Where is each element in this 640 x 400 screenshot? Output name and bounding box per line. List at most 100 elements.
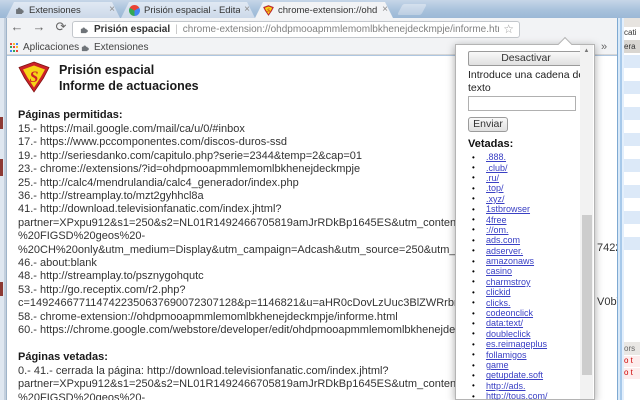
bullet-icon: • xyxy=(472,298,475,308)
bookmark-label: Aplicaciones xyxy=(23,42,80,53)
side-window-errors-label: ors xyxy=(624,342,640,355)
vetada-link[interactable]: .888. xyxy=(486,152,506,162)
side-window-text-fragment: cati xyxy=(624,28,637,37)
vetada-link[interactable]: .xyz/ xyxy=(486,194,505,204)
vetada-item: • 4free xyxy=(472,214,580,225)
bookmark-apps[interactable]: Aplicaciones xyxy=(10,42,79,53)
popup-scrollbar[interactable]: ▲ xyxy=(580,45,593,399)
tab-title: chrome-extension://ohd xyxy=(278,4,378,16)
vetada-link[interactable]: adserver. xyxy=(486,246,523,256)
puzzle-icon xyxy=(80,43,90,53)
vetada-link[interactable]: follamigos xyxy=(486,350,527,360)
new-tab-button[interactable] xyxy=(397,4,427,15)
vetada-link[interactable]: 1stbrowser xyxy=(486,204,530,214)
bullet-icon: • xyxy=(472,173,475,183)
bullet-icon: • xyxy=(472,308,475,318)
vetada-link[interactable]: .club/ xyxy=(486,163,508,173)
permitted-row: 58.- chrome-extension://ohdpmooapmmlemom… xyxy=(18,310,398,323)
background-side-window: cati era ors o t o t xyxy=(617,18,640,400)
back-button[interactable]: ← xyxy=(8,19,26,34)
vetada-link[interactable]: .ru/ xyxy=(486,173,499,183)
vetada-item: • ads.com xyxy=(472,235,580,245)
permitted-row: 19.- http://seriesdanko.com/capitulo.php… xyxy=(18,149,362,162)
aero-window-border xyxy=(617,18,624,400)
vetada-item: • .top/ xyxy=(472,183,580,193)
vetoed-pages-heading: Páginas vetadas: xyxy=(18,351,108,363)
vetada-link[interactable]: amazonaws xyxy=(486,256,534,266)
page-subtitle: Informe de actuaciones xyxy=(59,78,199,93)
address-bar[interactable]: Prisión espacial | chrome-extension://oh… xyxy=(72,21,520,38)
vetada-item: • data:text/ xyxy=(472,318,580,328)
extension-name-chip: Prisión espacial xyxy=(94,24,171,35)
veto-input[interactable] xyxy=(468,96,576,111)
permitted-row: 48.- http://streamplay.to/psznygohqutc xyxy=(18,270,204,283)
vetada-link[interactable]: game xyxy=(486,360,509,370)
scroll-up-icon[interactable]: ▲ xyxy=(580,45,593,54)
permitted-row: 46.- about:blank xyxy=(18,257,97,270)
forward-button[interactable]: → xyxy=(30,19,48,34)
vetada-item: • http://ads. xyxy=(472,381,580,391)
vetada-link[interactable]: ://om. xyxy=(486,225,509,235)
bullet-icon: • xyxy=(472,381,475,391)
tab-extensiones[interactable]: Extensiones × xyxy=(6,2,120,18)
vetada-item: • 1stbrowser xyxy=(472,204,580,214)
permitted-row: 60.- https://chrome.google.com/webstore/… xyxy=(18,324,491,337)
bookmark-star-icon[interactable]: ☆ xyxy=(503,22,514,36)
bullet-icon: • xyxy=(472,318,475,328)
bookmarks-overflow-chevron[interactable]: » xyxy=(601,41,607,53)
vetada-link[interactable]: es.reimageplus xyxy=(486,339,547,349)
permitted-row: 41.- http://download.televisionfanatic.c… xyxy=(18,203,282,216)
vetada-link[interactable]: ads.com xyxy=(486,235,520,245)
vetada-item: • adserver. xyxy=(472,246,580,256)
vetoed-row: 0.- 41.- cerrada la página: http://downl… xyxy=(18,365,389,377)
url-separator: | xyxy=(175,24,178,35)
superman-logo xyxy=(18,61,50,93)
vetada-link[interactable]: data:text/ xyxy=(486,318,523,328)
vetada-link[interactable]: casino xyxy=(486,266,512,276)
bullet-icon: • xyxy=(472,194,475,204)
vetada-link[interactable]: clickid xyxy=(486,287,511,297)
screenshot-root: { "window_tabs": { "tab1": { "title": "E… xyxy=(0,0,640,400)
vetada-link[interactable]: getupdate.soft xyxy=(486,370,543,380)
permitted-row: partner=XPxpu912&s1=250&s2=NL01R14924667… xyxy=(18,216,508,229)
extension-puzzle-icon xyxy=(79,25,89,35)
vetada-link[interactable]: codeonclick xyxy=(486,308,533,318)
vetada-link[interactable]: http://ads. xyxy=(486,381,526,391)
vetada-link[interactable]: doubleclick xyxy=(486,329,531,339)
vetada-link[interactable]: 4free xyxy=(486,215,507,225)
bullet-icon: • xyxy=(472,225,475,235)
bullet-icon: • xyxy=(472,163,475,173)
vetada-item: • .club/ xyxy=(472,162,580,173)
bookmark-extensiones[interactable]: Extensiones xyxy=(80,42,148,53)
disable-button[interactable]: Desactivar xyxy=(468,51,584,66)
report-header: Prisión espacial Informe de actuaciones xyxy=(18,61,199,94)
close-icon[interactable]: × xyxy=(382,5,388,15)
permitted-row: %20FIGSD%20geos%20- xyxy=(18,230,146,243)
vetada-item: • ://om. xyxy=(472,225,580,235)
permitted-row: 23.- chrome://extensions/?id=ohdpmooapmm… xyxy=(18,163,361,176)
permitted-row: 17.- https://www.pccomponentes.com/disco… xyxy=(18,136,288,149)
vetada-link[interactable]: http://tous.com/ xyxy=(486,391,548,400)
close-icon[interactable]: × xyxy=(244,5,250,15)
vetada-link[interactable]: charmstroy xyxy=(486,277,531,287)
permitted-pages-list: 15.- https://mail.google.com/mail/ca/u/0… xyxy=(18,123,510,338)
tab-webstore-editar[interactable]: Prisión espacial - Editar × xyxy=(121,2,255,18)
bullet-icon: • xyxy=(472,370,475,380)
window-frame-left xyxy=(0,18,7,400)
bullet-icon: • xyxy=(472,235,475,245)
vetada-item: • codeonclick xyxy=(472,308,580,318)
bullet-icon: • xyxy=(472,152,475,162)
vetada-item: • clicks. xyxy=(472,297,580,308)
permitted-row: c=1492466771147422350637690072307128&p=1… xyxy=(18,297,511,310)
permitted-row: 36.- http://streamplay.to/mzt2gyhhcl8a xyxy=(18,190,204,203)
vetada-link[interactable]: clicks. xyxy=(486,298,511,308)
close-icon[interactable]: × xyxy=(109,5,115,15)
reload-button[interactable]: ⟳ xyxy=(52,19,70,35)
scrollbar-thumb[interactable] xyxy=(581,215,592,375)
bullet-icon: • xyxy=(472,246,475,256)
send-button[interactable]: Enviar xyxy=(468,117,508,132)
tab-informe-active[interactable]: chrome-extension://ohd × xyxy=(255,2,393,18)
permitted-row: 53.- http://go.receptix.com/r2.php? xyxy=(18,283,186,296)
side-window-error-row: o t xyxy=(624,356,640,367)
vetada-link[interactable]: .top/ xyxy=(486,183,504,193)
